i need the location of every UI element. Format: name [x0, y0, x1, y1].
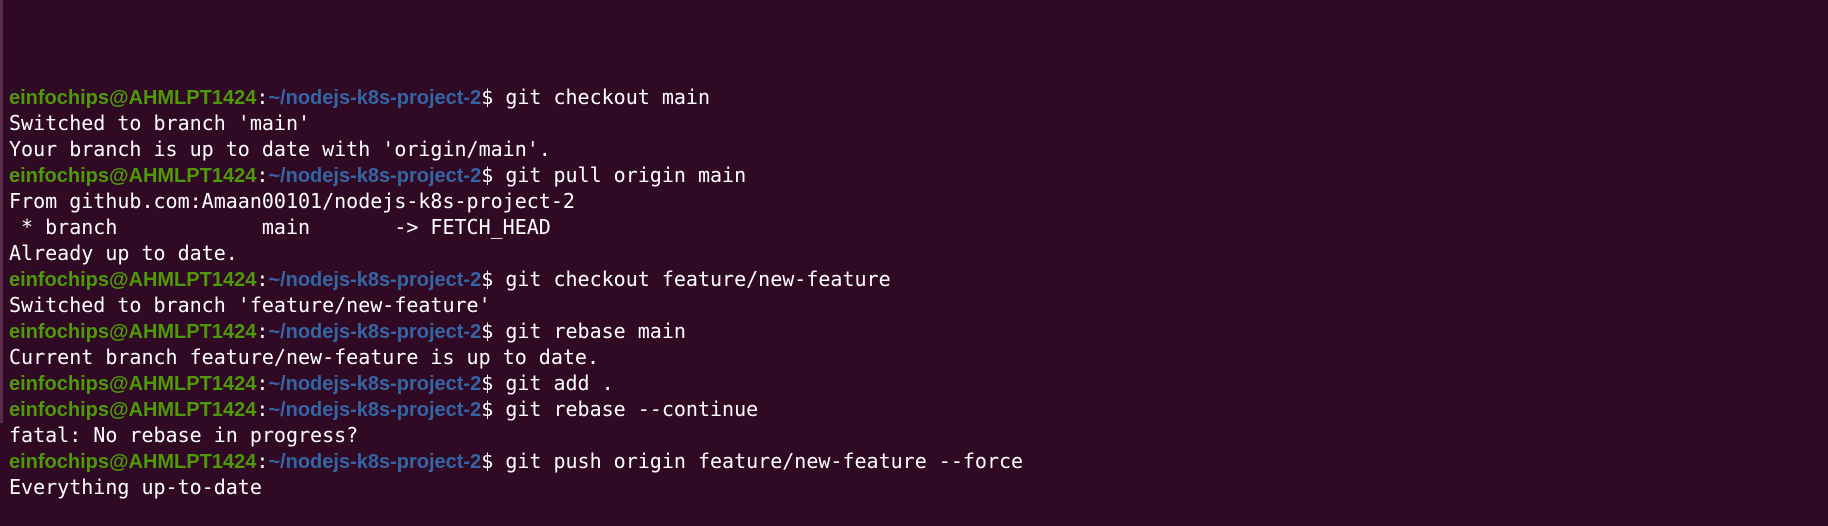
- output-line: Already up to date.: [9, 240, 1828, 266]
- output-line: Your branch is up to date with 'origin/m…: [9, 136, 1828, 162]
- prompt-colon: :: [256, 85, 269, 109]
- prompt-user: einfochips@AHMLPT1424: [9, 165, 257, 187]
- prompt-colon: :: [256, 267, 269, 291]
- prompt-path: ~/nodejs-k8s-project-2: [268, 87, 482, 109]
- prompt-path: ~/nodejs-k8s-project-2: [268, 165, 482, 187]
- output-text: Switched to branch 'feature/new-feature': [9, 293, 491, 317]
- command-text: git rebase main: [505, 319, 686, 343]
- command-text: git checkout main: [505, 85, 711, 109]
- window-edge: [0, 0, 3, 423]
- output-text: Everything up-to-date: [9, 475, 262, 499]
- output-line: * branch main -> FETCH_HEAD: [9, 214, 1828, 240]
- output-line: From github.com:Amaan00101/nodejs-k8s-pr…: [9, 188, 1828, 214]
- output-text: * branch main -> FETCH_HEAD: [9, 215, 551, 239]
- prompt-user: einfochips@AHMLPT1424: [9, 399, 257, 421]
- output-text: fatal: No rebase in progress?: [9, 423, 359, 447]
- prompt-line: einfochips@AHMLPT1424:~/nodejs-k8s-proje…: [9, 318, 1828, 344]
- command-text: git pull origin main: [505, 163, 747, 187]
- prompt-symbol: $: [481, 85, 506, 109]
- prompt-colon: :: [256, 449, 269, 473]
- prompt-symbol: $: [481, 163, 506, 187]
- prompt-path: ~/nodejs-k8s-project-2: [268, 451, 482, 473]
- output-text: Current branch feature/new-feature is up…: [9, 345, 600, 369]
- output-text: Switched to branch 'main': [9, 111, 311, 135]
- prompt-colon: :: [256, 319, 269, 343]
- terminal-output: einfochips@AHMLPT1424:~/nodejs-k8s-proje…: [9, 84, 1828, 500]
- output-line: Switched to branch 'main': [9, 110, 1828, 136]
- command-text: git rebase --continue: [505, 397, 759, 421]
- output-line: fatal: No rebase in progress?: [9, 422, 1828, 448]
- prompt-user: einfochips@AHMLPT1424: [9, 373, 257, 395]
- prompt-symbol: $: [481, 449, 506, 473]
- prompt-path: ~/nodejs-k8s-project-2: [268, 399, 482, 421]
- prompt-path: ~/nodejs-k8s-project-2: [268, 373, 482, 395]
- output-line: Everything up-to-date: [9, 474, 1828, 500]
- prompt-user: einfochips@AHMLPT1424: [9, 451, 257, 473]
- prompt-path: ~/nodejs-k8s-project-2: [268, 269, 482, 291]
- command-text: git checkout feature/new-feature: [505, 267, 891, 291]
- terminal-window[interactable]: einfochips@AHMLPT1424:~/nodejs-k8s-proje…: [0, 0, 1828, 499]
- prompt-user: einfochips@AHMLPT1424: [9, 269, 257, 291]
- prompt-colon: :: [256, 397, 269, 421]
- prompt-line: einfochips@AHMLPT1424:~/nodejs-k8s-proje…: [9, 448, 1828, 474]
- prompt-line: einfochips@AHMLPT1424:~/nodejs-k8s-proje…: [9, 266, 1828, 292]
- prompt-symbol: $: [481, 319, 506, 343]
- output-line: Current branch feature/new-feature is up…: [9, 344, 1828, 370]
- output-text: Already up to date.: [9, 241, 238, 265]
- prompt-symbol: $: [481, 267, 506, 291]
- output-line: Switched to branch 'feature/new-feature': [9, 292, 1828, 318]
- prompt-line: einfochips@AHMLPT1424:~/nodejs-k8s-proje…: [9, 162, 1828, 188]
- prompt-symbol: $: [481, 371, 506, 395]
- prompt-line: einfochips@AHMLPT1424:~/nodejs-k8s-proje…: [9, 370, 1828, 396]
- prompt-line: einfochips@AHMLPT1424:~/nodejs-k8s-proje…: [9, 84, 1828, 110]
- prompt-line: einfochips@AHMLPT1424:~/nodejs-k8s-proje…: [9, 396, 1828, 422]
- prompt-path: ~/nodejs-k8s-project-2: [268, 321, 482, 343]
- output-text: From github.com:Amaan00101/nodejs-k8s-pr…: [9, 189, 575, 213]
- output-text: Your branch is up to date with 'origin/m…: [9, 137, 551, 161]
- command-text: git add .: [505, 371, 614, 395]
- prompt-user: einfochips@AHMLPT1424: [9, 321, 257, 343]
- prompt-colon: :: [256, 163, 269, 187]
- prompt-symbol: $: [481, 397, 506, 421]
- command-text: git push origin feature/new-feature --fo…: [505, 449, 1024, 473]
- prompt-colon: :: [256, 371, 269, 395]
- prompt-user: einfochips@AHMLPT1424: [9, 87, 257, 109]
